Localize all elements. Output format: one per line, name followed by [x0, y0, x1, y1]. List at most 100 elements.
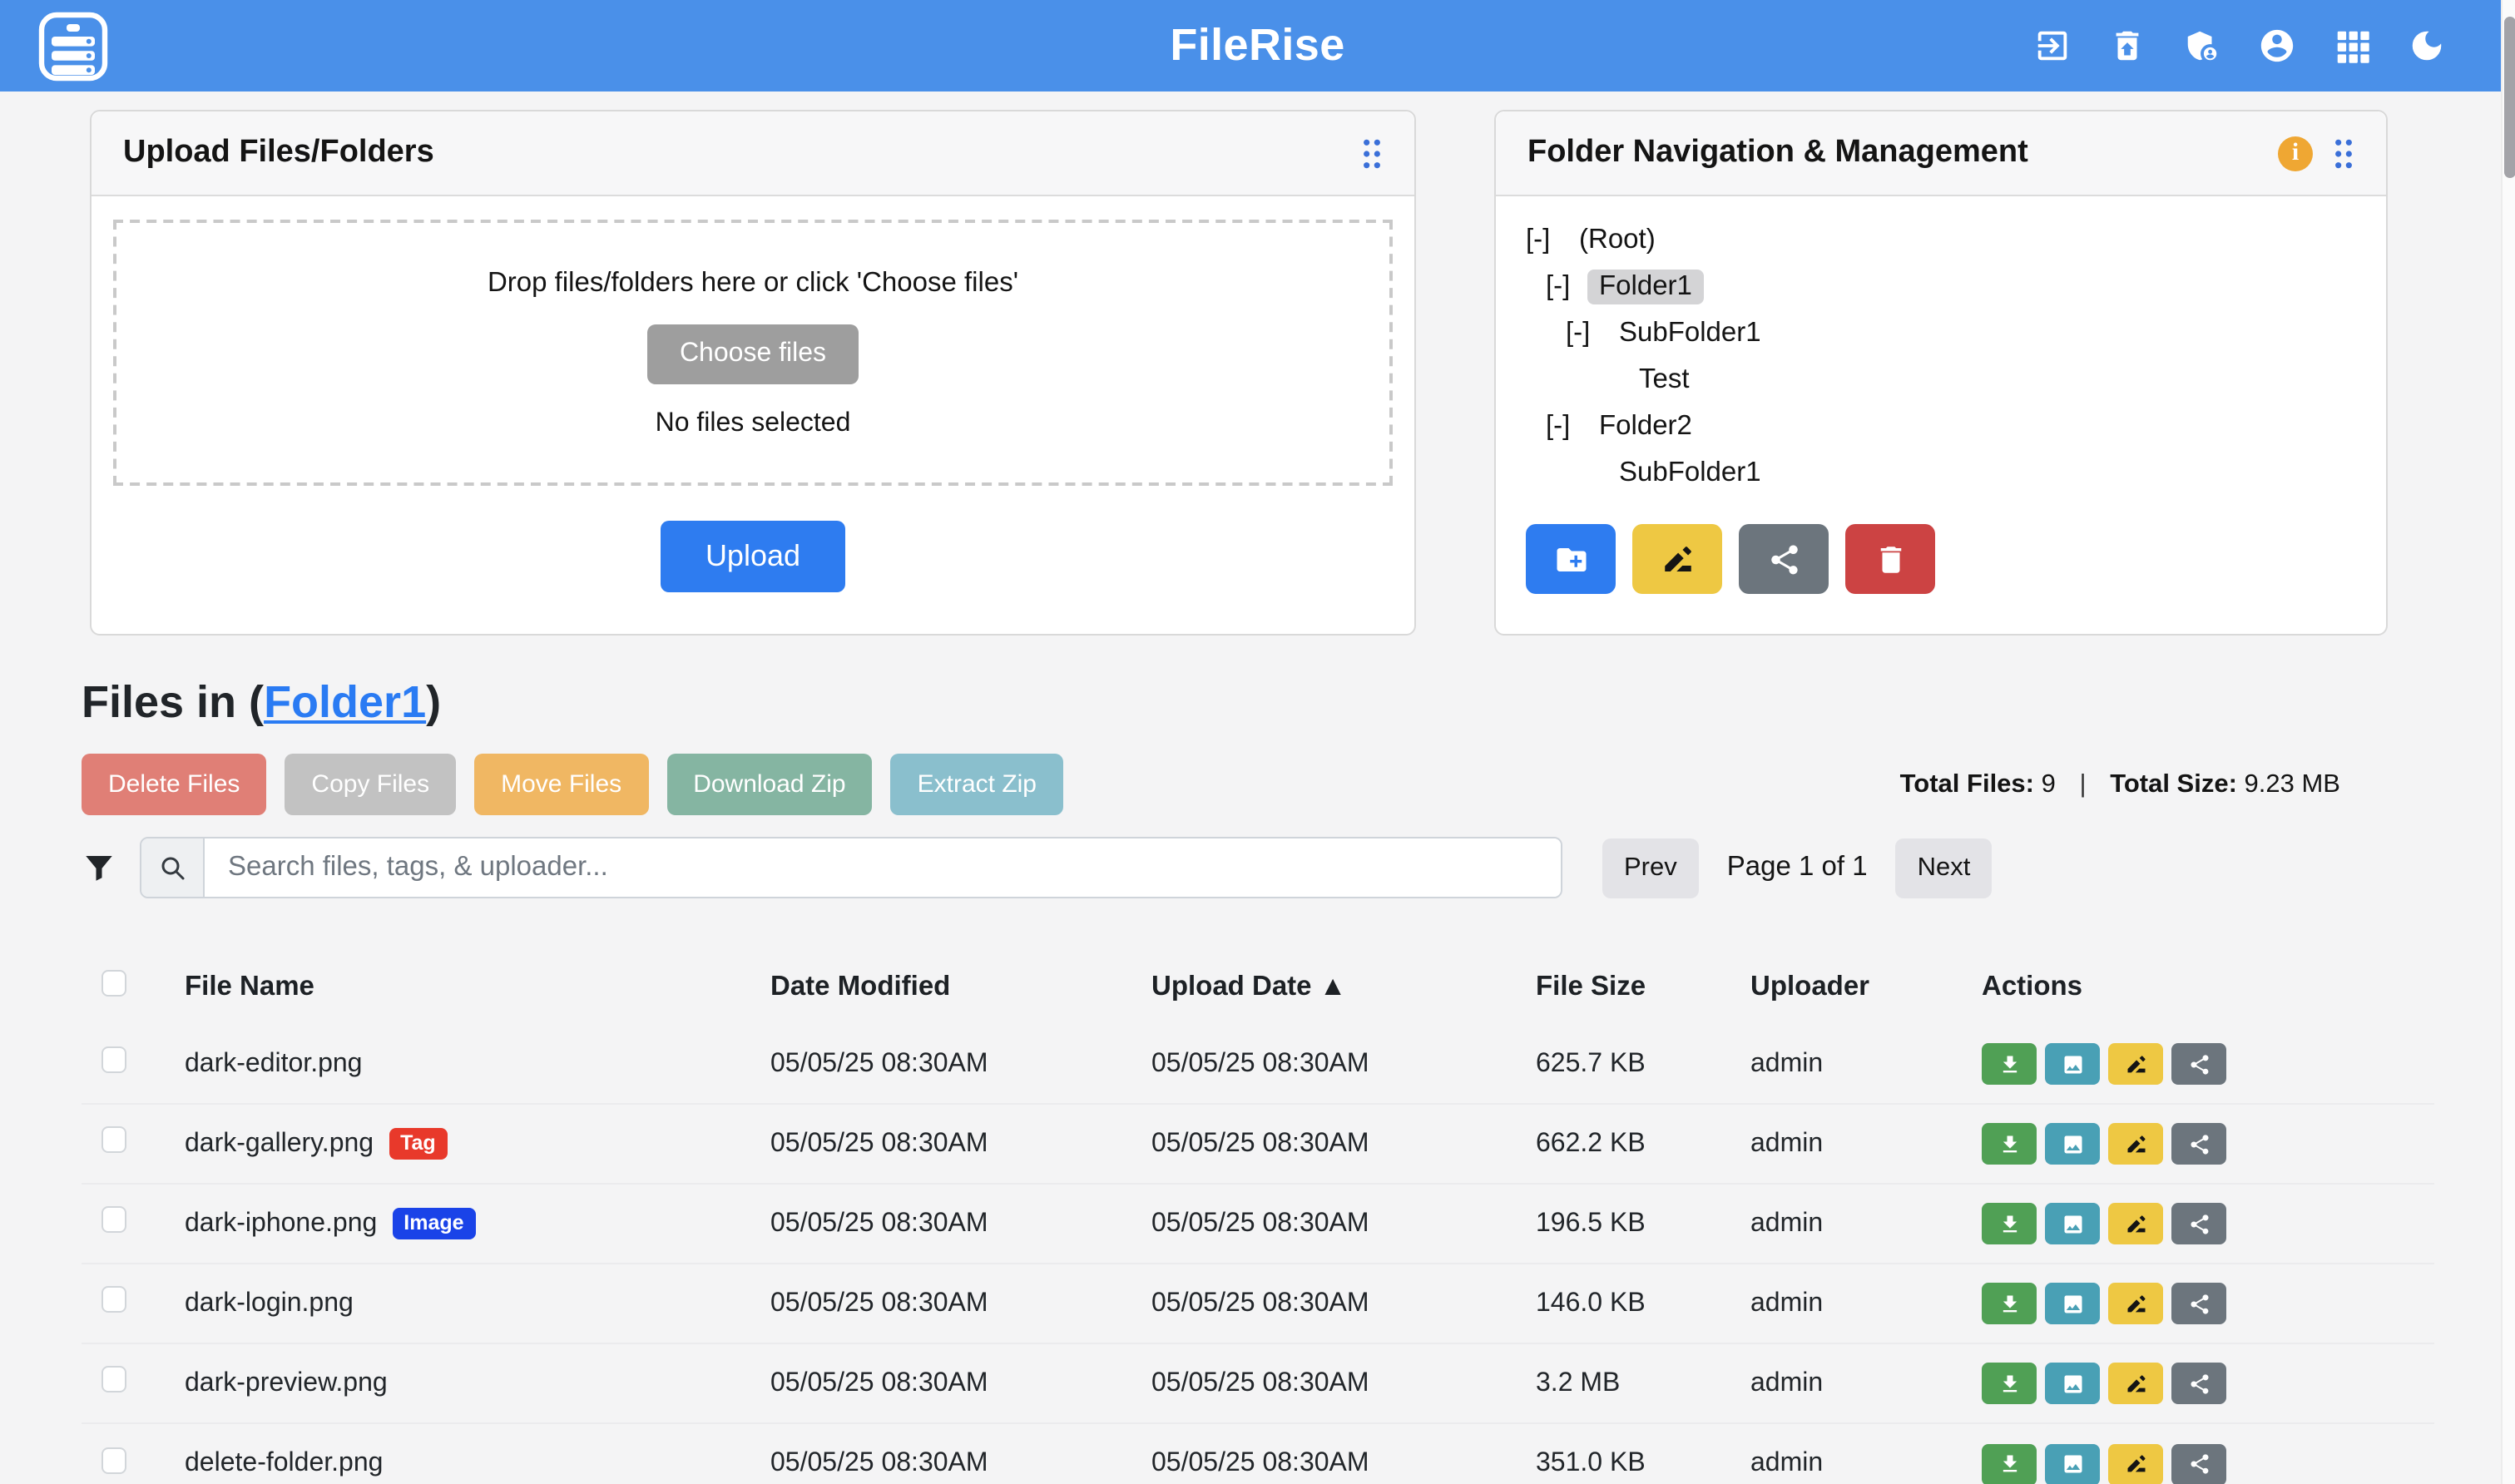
rename-button[interactable]: [2108, 1043, 2163, 1085]
row-checkbox[interactable]: [101, 1206, 126, 1233]
preview-button[interactable]: [2045, 1443, 2100, 1484]
grid-view-icon[interactable]: [2332, 27, 2370, 65]
delete-folder-button[interactable]: [1845, 524, 1935, 594]
uploader: admin: [1750, 1209, 1982, 1239]
download-button[interactable]: [1982, 1203, 2037, 1244]
account-icon[interactable]: [2257, 27, 2295, 65]
row-checkbox[interactable]: [101, 1286, 126, 1313]
info-icon[interactable]: i: [2278, 136, 2313, 171]
folder-tree-item[interactable]: SubFolder1: [1526, 449, 2356, 496]
rename-button[interactable]: [2108, 1363, 2163, 1404]
row-checkbox[interactable]: [101, 1366, 126, 1392]
upload-card-header: Upload Files/Folders: [92, 111, 1414, 196]
total-size-label: Total Size:: [2110, 769, 2237, 798]
file-name[interactable]: dark-login.png: [185, 1289, 354, 1318]
col-header-file-size[interactable]: File Size: [1536, 971, 1750, 1002]
col-header-upload-date[interactable]: Upload Date ▲: [1151, 971, 1536, 1002]
tree-folder-label[interactable]: SubFolder1: [1607, 315, 1773, 350]
rename-button[interactable]: [2108, 1203, 2163, 1244]
share-folder-button[interactable]: [1739, 524, 1829, 594]
tree-folder-label[interactable]: (Root): [1567, 222, 1667, 257]
tree-toggle[interactable]: [-]: [1526, 224, 1567, 255]
admin-shield-icon[interactable]: [2182, 27, 2220, 65]
rename-button[interactable]: [2108, 1443, 2163, 1484]
share-button[interactable]: [2171, 1203, 2226, 1244]
share-button[interactable]: [2171, 1363, 2226, 1404]
drag-handle-icon[interactable]: [1361, 137, 1383, 169]
download-button[interactable]: [1982, 1283, 2037, 1324]
dropzone-text: Drop files/folders here or click 'Choose…: [488, 267, 1018, 299]
app-logo-icon[interactable]: [37, 9, 110, 82]
col-header-file-name[interactable]: File Name: [185, 971, 770, 1002]
dark-mode-icon[interactable]: [2407, 27, 2445, 65]
scrollbar[interactable]: [2500, 0, 2515, 1484]
preview-button[interactable]: [2045, 1363, 2100, 1404]
rename-button[interactable]: [2108, 1283, 2163, 1324]
download-button[interactable]: [1982, 1363, 2037, 1404]
rename-folder-button[interactable]: [1632, 524, 1722, 594]
pagination: Prev Page 1 of 1 Next: [1602, 838, 1992, 898]
tree-toggle[interactable]: [-]: [1566, 317, 1607, 349]
drag-handle-icon[interactable]: [2333, 137, 2354, 169]
folder-tree-item[interactable]: [-] SubFolder1: [1526, 309, 2356, 356]
date-modified: 05/05/25 08:30AM: [770, 1209, 1151, 1239]
select-all-checkbox[interactable]: [101, 969, 126, 996]
preview-button[interactable]: [2045, 1043, 2100, 1085]
file-name[interactable]: dark-preview.png: [185, 1368, 388, 1398]
folder-tree-item[interactable]: [-] Folder1: [1526, 263, 2356, 309]
prev-page-button[interactable]: Prev: [1602, 838, 1699, 898]
next-page-button[interactable]: Next: [1896, 838, 1993, 898]
tree-folder-label[interactable]: SubFolder1: [1607, 455, 1773, 490]
create-folder-button[interactable]: [1526, 524, 1616, 594]
file-name[interactable]: dark-iphone.png: [185, 1209, 377, 1239]
restore-trash-icon[interactable]: [2107, 27, 2146, 65]
table-row: delete-folder.png 05/05/25 08:30AM 05/05…: [82, 1424, 2433, 1484]
file-size: 3.2 MB: [1536, 1368, 1750, 1398]
share-button[interactable]: [2171, 1123, 2226, 1165]
file-name[interactable]: dark-gallery.png: [185, 1129, 374, 1159]
bulk-action-button[interactable]: Download Zip: [666, 754, 872, 815]
choose-files-button[interactable]: Choose files: [648, 324, 858, 383]
download-button[interactable]: [1982, 1443, 2037, 1484]
bulk-action-button[interactable]: Copy Files: [285, 754, 456, 815]
search-icon[interactable]: [141, 838, 205, 897]
bulk-action-button[interactable]: Delete Files: [82, 754, 266, 815]
preview-button[interactable]: [2045, 1123, 2100, 1165]
share-button[interactable]: [2171, 1043, 2226, 1085]
search-input[interactable]: [205, 838, 1561, 897]
uploader: admin: [1750, 1289, 1982, 1318]
tree-toggle[interactable]: [-]: [1546, 410, 1587, 442]
upload-dropzone[interactable]: Drop files/folders here or click 'Choose…: [113, 220, 1393, 486]
scrollbar-thumb[interactable]: [2503, 17, 2515, 178]
col-header-uploader[interactable]: Uploader: [1750, 971, 1982, 1002]
row-checkbox[interactable]: [101, 1126, 126, 1153]
filter-icon[interactable]: [82, 850, 116, 885]
tree-folder-label[interactable]: Folder1: [1587, 269, 1704, 304]
folder-tree-item[interactable]: Test: [1526, 356, 2356, 403]
row-checkbox[interactable]: [101, 1046, 126, 1073]
upload-date: 05/05/25 08:30AM: [1151, 1449, 1536, 1479]
preview-button[interactable]: [2045, 1203, 2100, 1244]
download-button[interactable]: [1982, 1043, 2037, 1085]
uploader: admin: [1750, 1049, 1982, 1079]
download-button[interactable]: [1982, 1123, 2037, 1165]
bulk-action-button[interactable]: Extract Zip: [891, 754, 1063, 815]
row-checkbox[interactable]: [101, 1447, 126, 1473]
preview-button[interactable]: [2045, 1283, 2100, 1324]
current-folder-link[interactable]: Folder1: [264, 677, 426, 727]
tree-folder-label[interactable]: Test: [1627, 362, 1701, 397]
tree-folder-label[interactable]: Folder2: [1587, 408, 1704, 443]
upload-button[interactable]: Upload: [661, 521, 845, 592]
logout-icon[interactable]: [2032, 27, 2071, 65]
folder-card-header: Folder Navigation & Management i: [1496, 111, 2386, 196]
tree-toggle[interactable]: [-]: [1546, 270, 1587, 302]
rename-button[interactable]: [2108, 1123, 2163, 1165]
share-button[interactable]: [2171, 1443, 2226, 1484]
file-name[interactable]: delete-folder.png: [185, 1449, 383, 1479]
col-header-date-modified[interactable]: Date Modified: [770, 971, 1151, 1002]
file-name[interactable]: dark-editor.png: [185, 1049, 362, 1079]
share-button[interactable]: [2171, 1283, 2226, 1324]
folder-tree-item[interactable]: [-] Folder2: [1526, 403, 2356, 449]
folder-tree-item[interactable]: [-] (Root): [1526, 216, 2356, 263]
bulk-action-button[interactable]: Move Files: [474, 754, 648, 815]
